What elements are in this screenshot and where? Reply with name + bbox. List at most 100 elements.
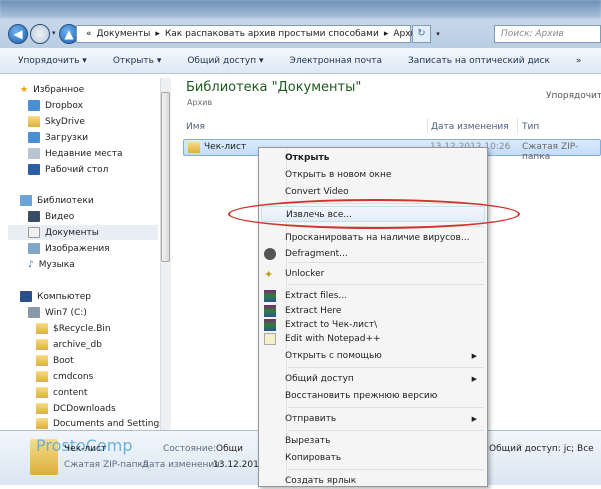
menu-create-shortcut[interactable]: Создать ярлык	[285, 473, 356, 489]
sidebar-item-video[interactable]: Видео	[28, 209, 74, 224]
breadcrumb-article[interactable]: Как распаковать архив простыми способами	[165, 29, 379, 39]
sidebar-item-music[interactable]: ♪ Музыка	[28, 257, 75, 272]
sidebar-item-downloads[interactable]: Загрузки	[28, 130, 88, 145]
sidebar-item-boot[interactable]: Boot	[36, 353, 74, 368]
sidebar-scroll-thumb[interactable]	[161, 92, 170, 262]
pictures-icon	[28, 243, 40, 254]
sidebar-item-drive-c[interactable]: Win7 (C:)	[28, 305, 87, 320]
email-button[interactable]: Электронная почта	[290, 56, 383, 66]
folder-icon	[36, 371, 48, 382]
menu-defragment[interactable]: Defragment...	[285, 246, 348, 262]
sidebar-item-recent[interactable]: Недавние места	[28, 146, 123, 161]
sidebar-item-favorites[interactable]: ★ Избранное	[20, 82, 84, 97]
sidebar-item-skydrive[interactable]: SkyDrive	[28, 114, 85, 129]
video-icon	[28, 211, 40, 222]
organize-button[interactable]: Упорядочить ▾	[18, 56, 87, 66]
status-date: 13.12.2012	[213, 460, 265, 470]
drive-icon	[28, 307, 40, 318]
status-state-label: Состояние:	[163, 444, 217, 454]
winrar-icon	[264, 305, 276, 317]
toolbar: Упорядочить ▾ Открыть ▾ Общий доступ ▾ Э…	[0, 48, 601, 74]
winrar-icon	[264, 290, 276, 302]
sidebar-item-pictures[interactable]: Изображения	[28, 241, 110, 256]
sidebar-item-desktop[interactable]: Рабочий стол	[28, 162, 108, 177]
status-type: Сжатая ZIP-папка	[64, 460, 149, 470]
submenu-arrow-icon: ▶	[471, 375, 477, 383]
defrag-icon	[264, 248, 276, 260]
menu-extract-files[interactable]: Extract files...	[285, 288, 347, 304]
star-icon: ★	[20, 84, 29, 95]
menu-open[interactable]: Открыть	[285, 150, 329, 166]
sidebar-item-dropbox[interactable]: Dropbox	[28, 98, 83, 113]
menu-copy[interactable]: Копировать	[285, 450, 341, 466]
menu-convert-video[interactable]: Convert Video	[285, 184, 349, 200]
downloads-icon	[28, 132, 40, 143]
submenu-arrow-icon: ▶	[471, 415, 477, 423]
menu-send-to[interactable]: Отправить	[285, 411, 336, 427]
menu-open-with[interactable]: Открыть с помощью	[285, 348, 382, 364]
highlight-ellipse	[228, 199, 520, 229]
menu-sharing[interactable]: Общий доступ	[285, 371, 354, 387]
menu-unlocker[interactable]: Unlocker	[285, 266, 324, 282]
menu-open-new-window[interactable]: Открыть в новом окне	[285, 167, 391, 183]
libraries-icon	[20, 195, 32, 206]
more-button[interactable]: »	[576, 56, 582, 66]
folder-icon	[36, 355, 48, 366]
folder-icon	[36, 339, 48, 350]
file-name: Чек-лист	[204, 142, 247, 152]
arrange-by-button[interactable]: Упорядочить	[546, 91, 601, 101]
file-type: Сжатая ZIP-папка	[522, 142, 579, 162]
menu-scan-viruses[interactable]: Просканировать на наличие вирусов...	[285, 230, 469, 246]
breadcrumb-documents[interactable]: Документы	[97, 29, 151, 39]
column-type[interactable]: Тип	[522, 122, 539, 132]
back-button[interactable]: ◀	[8, 24, 28, 44]
open-button[interactable]: Открыть ▾	[113, 56, 162, 66]
sidebar-item-documents-settings[interactable]: Documents and Settings	[36, 416, 164, 431]
context-menu: Открыть Открыть в новом окне Convert Vid…	[258, 147, 488, 487]
breadcrumb-overflow[interactable]: «	[86, 29, 92, 39]
history-dropdown-icon[interactable]: ▾	[52, 29, 56, 37]
column-date[interactable]: Дата изменения	[431, 122, 509, 132]
share-button[interactable]: Общий доступ ▾	[187, 56, 263, 66]
burn-button[interactable]: Записать на оптический диск	[408, 56, 550, 66]
search-input[interactable]: Поиск: Архив	[494, 25, 601, 43]
folder-icon	[28, 116, 40, 127]
unlocker-wand-icon: ✦	[264, 268, 274, 281]
dropbox-icon	[28, 100, 40, 111]
sidebar-item-recycle[interactable]: $Recycle.Bin	[36, 321, 111, 336]
folder-icon	[36, 323, 48, 334]
winrar-icon	[264, 319, 276, 331]
address-bar[interactable]: « Документы ▸ Как распаковать архив прост…	[76, 25, 440, 43]
submenu-arrow-icon: ▶	[471, 352, 477, 360]
library-title: Библиотека "Документы"	[186, 80, 362, 95]
menu-edit-notepad[interactable]: Edit with Notepad++	[285, 331, 381, 347]
column-name[interactable]: Имя	[186, 122, 205, 132]
status-file-name: Чек-лист	[64, 444, 107, 454]
sidebar-item-libraries[interactable]: Библиотеки	[20, 193, 94, 208]
menu-restore-version[interactable]: Восстановить прежнюю версию	[285, 388, 437, 404]
recent-places-icon	[28, 148, 40, 159]
refresh-button[interactable]: ↻	[412, 25, 431, 43]
folder-icon	[36, 418, 48, 429]
sidebar-item-content[interactable]: content	[36, 385, 87, 400]
sidebar-item-dcdownloads[interactable]: DCDownloads	[36, 401, 116, 416]
desktop-icon	[28, 164, 40, 175]
forward-button[interactable]	[30, 24, 50, 44]
status-date-label: Дата изменения:	[142, 460, 223, 470]
status-share: Общий доступ: jc; Все	[489, 444, 594, 454]
zip-folder-icon	[188, 142, 200, 153]
status-state: Общи	[216, 444, 243, 454]
sidebar-item-cmdcons[interactable]: cmdcons	[36, 369, 93, 384]
library-subtitle: Архив	[187, 98, 213, 107]
menu-cut[interactable]: Вырезать	[285, 433, 330, 449]
title-bar	[0, 0, 601, 18]
sidebar-item-documents[interactable]: Документы	[8, 225, 158, 240]
notepad-icon	[264, 333, 276, 345]
music-icon: ♪	[28, 259, 34, 270]
sidebar-item-computer[interactable]: Компьютер	[20, 289, 91, 304]
computer-icon	[20, 291, 32, 302]
folder-icon	[36, 403, 48, 414]
navigation-pane: ★ Избранное Dropbox SkyDrive Загрузки Нед…	[0, 74, 164, 430]
address-dropdown-icon[interactable]: ▾	[436, 30, 440, 38]
sidebar-item-archive-db[interactable]: archive_db	[36, 337, 102, 352]
